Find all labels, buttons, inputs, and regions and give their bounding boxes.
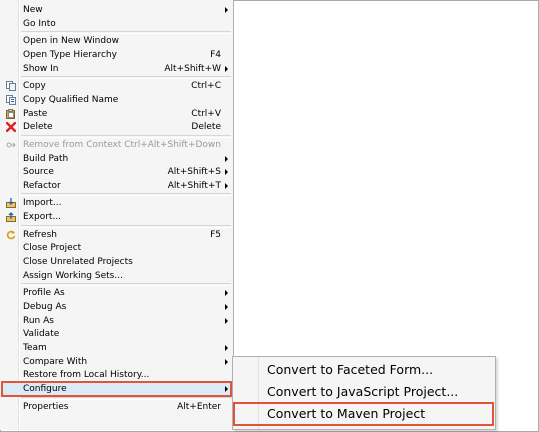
copy-qualified-name-icon — [6, 94, 16, 105]
menu-item-open-type-hierarchy[interactable]: Open Type Hierarchy F4 — [2, 48, 231, 62]
menu-item-shortcut: Ctrl+C — [191, 81, 221, 92]
submenu-arrow-icon — [225, 7, 228, 13]
menu-item-shortcut: Alt+Shift+T — [167, 180, 221, 191]
menu-item-shortcut: Alt+Shift+S — [167, 167, 221, 178]
menu-item-profile-as[interactable]: Profile As — [2, 286, 231, 300]
menu-item-shortcut: Ctrl+Alt+Shift+Down — [124, 139, 221, 150]
menu-item-show-in[interactable]: Show In Alt+Shift+W — [2, 62, 231, 76]
menu-item-close-project[interactable]: Close Project — [2, 241, 231, 255]
submenu-item-convert-to-javascript-project[interactable]: Convert to JavaScript Project... — [235, 382, 493, 402]
menu-item-assign-working-sets[interactable]: Assign Working Sets... — [2, 269, 231, 283]
menu-item-label: Copy Qualified Name — [23, 94, 119, 105]
paste-icon — [6, 108, 16, 119]
menu-item-paste[interactable]: Paste Ctrl+V — [2, 107, 231, 121]
menu-item-label: Delete — [23, 122, 53, 133]
menu-item-new[interactable]: New — [2, 3, 231, 17]
menu-item-debug-as[interactable]: Debug As — [2, 300, 231, 314]
menu-item-label: Profile As — [23, 288, 65, 299]
menu-item-label: Validate — [23, 329, 60, 340]
menu-item-team[interactable]: Team — [2, 341, 231, 355]
menu-item-validate[interactable]: Validate — [2, 327, 231, 341]
menu-item-label: Refresh — [23, 229, 57, 240]
menu-item-copy-qualified-name[interactable]: Copy Qualified Name — [2, 93, 231, 107]
menu-item-shortcut: Alt+Enter — [177, 401, 221, 412]
submenu-arrow-icon — [225, 344, 228, 351]
menu-item-open-in-new-window[interactable]: Open in New Window — [2, 34, 231, 48]
maven-highlight-box — [233, 402, 494, 426]
menu-item-shortcut: F4 — [210, 49, 221, 60]
submenu-item-convert-to-faceted-form[interactable]: Convert to Faceted Form... — [235, 360, 493, 380]
copy-icon — [6, 81, 16, 92]
submenu-arrow-icon — [225, 65, 228, 72]
menu-item-label: Refactor — [23, 180, 61, 191]
menu-item-label: Open Type Hierarchy — [23, 49, 117, 60]
menu-item-label: Remove from Context — [23, 139, 122, 150]
menu-item-remove-from-context: Remove from Context Ctrl+Alt+Shift+Down — [2, 138, 231, 152]
menu-item-label: Build Path — [23, 153, 69, 164]
menu-item-label: Properties — [23, 401, 69, 412]
menu-item-delete[interactable]: Delete Delete — [2, 120, 231, 134]
menu-item-go-into[interactable]: Go Into — [2, 17, 231, 31]
menu-item-shortcut: Ctrl+V — [191, 108, 221, 119]
menu-item-label: Run As — [23, 315, 54, 326]
menu-item-label: Close Project — [23, 243, 82, 254]
submenu-arrow-icon — [225, 169, 228, 176]
menu-item-label: Go Into — [23, 18, 56, 29]
submenu-arrow-icon — [225, 304, 228, 310]
submenu-arrow-icon — [225, 182, 228, 189]
submenu-arrow-icon — [225, 317, 228, 324]
configure-highlight-box — [1, 380, 232, 397]
submenu-item-label: Convert to Faceted Form... — [267, 362, 434, 377]
import-icon — [6, 198, 16, 209]
menu-item-label: Assign Working Sets... — [23, 270, 123, 281]
menu-item-label: Debug As — [23, 302, 67, 312]
menu-item-source[interactable]: Source Alt+Shift+S — [2, 165, 231, 179]
menu-item-label: Paste — [23, 108, 48, 119]
menu-item-run-as[interactable]: Run As — [2, 314, 231, 328]
menu-item-label: Open in New Window — [23, 36, 119, 47]
menu-item-label: Copy — [23, 81, 46, 92]
menu-item-import[interactable]: Import... — [2, 196, 231, 210]
menu-item-copy[interactable]: Copy Ctrl+C — [2, 79, 231, 93]
menu-item-refresh[interactable]: Refresh F5 — [2, 228, 231, 242]
context-menu: New Go Into Open in New Window Open Type Hi… — [0, 0, 234, 430]
delete-icon — [5, 121, 17, 133]
menu-item-label: Close Unrelated Projects — [23, 257, 133, 268]
export-icon — [6, 212, 16, 223]
menu-item-label: Team — [23, 342, 47, 353]
menu-item-export[interactable]: Export... — [2, 210, 231, 224]
menu-item-shortcut: F5 — [210, 229, 221, 240]
menu-item-label: New — [23, 5, 43, 15]
remove-from-context-icon — [6, 140, 16, 150]
menu-item-build-path[interactable]: Build Path — [2, 152, 231, 166]
menu-item-label: Show In — [23, 63, 59, 74]
menu-item-label: Export... — [23, 212, 62, 223]
menu-item-shortcut: Delete — [191, 122, 221, 133]
refresh-icon — [6, 230, 16, 240]
menu-item-refactor[interactable]: Refactor Alt+Shift+T — [2, 179, 231, 193]
menu-item-close-unrelated-projects[interactable]: Close Unrelated Projects — [2, 255, 231, 269]
menu-item-label: Import... — [23, 198, 62, 209]
submenu-arrow-icon — [225, 290, 228, 297]
menu-item-label: Source — [23, 167, 54, 178]
menu-item-shortcut: Alt+Shift+W — [164, 63, 221, 74]
menu-item-properties[interactable]: Properties Alt+Enter — [2, 400, 231, 414]
submenu-arrow-icon — [225, 155, 228, 162]
submenu-item-label: Convert to JavaScript Project... — [267, 384, 459, 399]
menu-item-label: Compare With — [23, 356, 88, 367]
submenu-arrow-icon — [225, 358, 228, 365]
menu-item-compare-with[interactable]: Compare With — [2, 355, 231, 369]
